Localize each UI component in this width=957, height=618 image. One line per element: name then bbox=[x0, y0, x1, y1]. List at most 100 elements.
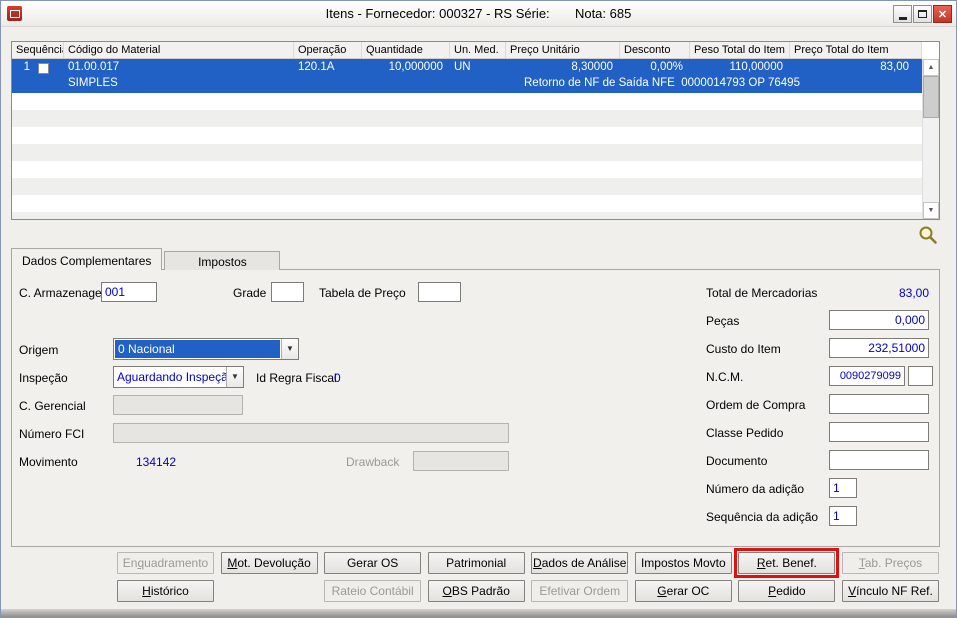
column-header[interactable]: Peso Total do Item bbox=[690, 42, 790, 58]
cell-peso-total: 110,00000 bbox=[729, 61, 783, 73]
close-button[interactable]: ✕ bbox=[933, 5, 952, 23]
tabela-preco-label: Tabela de Preço bbox=[319, 286, 406, 300]
button-dados-de-an-lise[interactable]: Dados de Análise bbox=[531, 552, 629, 574]
column-header[interactable]: Sequência bbox=[12, 42, 64, 58]
documento-label: Documento bbox=[706, 454, 768, 468]
ncm-input[interactable] bbox=[829, 366, 905, 386]
origem-combo[interactable]: 0 Nacional ▼ bbox=[113, 338, 299, 360]
button-tab-pre-os: Tab. Preços bbox=[841, 552, 939, 574]
movimento-value: 134142 bbox=[136, 455, 177, 469]
button-gerar-os[interactable]: Gerar OS bbox=[324, 552, 422, 574]
tabela-preco-input[interactable] bbox=[418, 282, 461, 302]
app-icon bbox=[7, 6, 22, 21]
column-header[interactable]: Preço Total do Item bbox=[790, 42, 922, 58]
ncm-label: N.C.M. bbox=[706, 370, 744, 384]
button-mot-devolu-o[interactable]: Mot. Devolução bbox=[220, 552, 318, 574]
grid-empty-rows bbox=[12, 93, 922, 219]
grid-vertical-scrollbar[interactable]: ▲ ▼ bbox=[922, 59, 939, 219]
button-rateio-cont-bil: Rateio Contábil bbox=[324, 580, 422, 602]
ordem-compra-label: Ordem de Compra bbox=[706, 398, 806, 412]
c-gerencial-label: C. Gerencial bbox=[19, 399, 86, 413]
window-title: Itens - Fornecedor: 000327 - RS Série: N… bbox=[325, 6, 632, 21]
cell-quantidade: 10,000000 bbox=[388, 61, 443, 73]
button-efetivar-ordem: Efetivar Ordem bbox=[531, 580, 629, 602]
window-bottom-edge bbox=[1, 609, 956, 617]
c-gerencial-input bbox=[113, 395, 243, 415]
total-mercadorias-value: 83,00 bbox=[898, 286, 929, 300]
button-pedido[interactable]: Pedido bbox=[738, 580, 836, 602]
button-v-nculo-nf-ref[interactable]: Vínculo NF Ref. bbox=[841, 580, 939, 602]
column-header[interactable]: Un. Med. bbox=[450, 42, 506, 58]
numero-fci-label: Número FCI bbox=[19, 427, 85, 441]
column-header[interactable]: Desconto bbox=[620, 42, 690, 58]
tab-impostos[interactable]: Impostos bbox=[164, 251, 281, 270]
grade-input[interactable] bbox=[271, 282, 304, 302]
minimize-icon bbox=[898, 17, 907, 20]
classe-pedido-label: Classe Pedido bbox=[706, 426, 784, 440]
drawback-input bbox=[413, 451, 509, 471]
ordem-compra-input[interactable] bbox=[829, 394, 929, 414]
scrollbar-thumb[interactable] bbox=[923, 76, 939, 118]
cell-sequencia: 1 bbox=[12, 59, 64, 76]
inspecao-label: Inspeção bbox=[19, 371, 68, 385]
tab-strip: Dados Complementares Impostos bbox=[11, 248, 282, 270]
annotation-highlight: Ret. Benef. bbox=[734, 548, 840, 578]
column-header[interactable]: Código do Material bbox=[64, 42, 294, 58]
dados-complementares-panel: C. Armazenagem Grade Tabela de Preço Ori… bbox=[11, 269, 940, 547]
items-dialog-window: Itens - Fornecedor: 000327 - RS Série: N… bbox=[0, 0, 957, 618]
chevron-down-icon[interactable]: ▼ bbox=[281, 339, 298, 359]
documento-input[interactable] bbox=[829, 450, 929, 470]
numero-fci-input bbox=[113, 423, 509, 443]
button-enquadramento: Enquadramento bbox=[117, 552, 214, 574]
cell-desconto: 0,00% bbox=[650, 61, 683, 73]
button-patrimonial[interactable]: Patrimonial bbox=[427, 552, 525, 574]
maximize-button[interactable] bbox=[913, 5, 932, 23]
id-regra-fiscal-value: 0 bbox=[334, 371, 341, 385]
button-obs-padr-o[interactable]: OBS Padrão bbox=[427, 580, 525, 602]
movimento-label: Movimento bbox=[19, 455, 78, 469]
sequencia-adicao-input[interactable] bbox=[829, 506, 857, 526]
drawback-label: Drawback bbox=[346, 455, 400, 469]
origem-label: Origem bbox=[19, 343, 59, 357]
button-row-2: Histórico Rateio Contábil OBS Padrão Efetiv… bbox=[117, 580, 939, 602]
scroll-down-icon[interactable]: ▼ bbox=[923, 202, 939, 219]
chevron-down-icon[interactable]: ▼ bbox=[226, 367, 243, 387]
button-gerar-oc[interactable]: Gerar OC bbox=[634, 580, 732, 602]
inspecao-combo[interactable]: Aguardando Inspeção ▼ bbox=[113, 366, 244, 388]
tab-dados-complementares[interactable]: Dados Complementares bbox=[11, 248, 163, 270]
sequencia-adicao-label: Sequência da adição bbox=[706, 510, 819, 524]
button-row-1: Enquadramento Mot. Devolução Gerar OS Patri… bbox=[117, 548, 939, 578]
magnifier-icon[interactable] bbox=[918, 225, 938, 245]
scroll-up-icon[interactable]: ▲ bbox=[923, 59, 939, 76]
button-impostos-movto[interactable]: Impostos Movto bbox=[634, 552, 732, 574]
button-ret-benef[interactable]: Ret. Benef. bbox=[738, 552, 836, 574]
minimize-button[interactable] bbox=[893, 5, 912, 23]
pecas-label: Peças bbox=[706, 314, 740, 328]
button-hist-rico[interactable]: Histórico bbox=[117, 580, 214, 602]
column-header[interactable]: Quantidade bbox=[362, 42, 450, 58]
c-armazenagem-label: C. Armazenagem bbox=[19, 286, 112, 300]
cell-material-desc: SIMPLES bbox=[68, 77, 118, 89]
items-grid: Sequência Código do Material Operação Quant… bbox=[11, 41, 940, 220]
title-bar: Itens - Fornecedor: 000327 - RS Série: N… bbox=[1, 1, 956, 27]
numero-adicao-input[interactable] bbox=[829, 478, 857, 498]
grid-header: Sequência Código do Material Operação Quant… bbox=[12, 42, 922, 59]
cell-observacao: Retorno de NF de Saída NFE 0000014793 OP… bbox=[524, 77, 800, 89]
cell-preco-unitario: 8,30000 bbox=[571, 61, 613, 73]
custo-item-input[interactable] bbox=[829, 338, 929, 358]
grid-row-selected[interactable]: 1 01.00.017 120.1A 10,000000 UN 8,30000 … bbox=[12, 59, 922, 93]
numero-adicao-label: Número da adição bbox=[706, 482, 805, 496]
c-armazenagem-input[interactable] bbox=[101, 282, 157, 302]
ncm-ex-input[interactable] bbox=[908, 366, 933, 386]
id-regra-fiscal-label: Id Regra Fiscal bbox=[256, 371, 337, 385]
row-checkbox[interactable] bbox=[38, 63, 49, 74]
maximize-icon bbox=[918, 10, 927, 18]
column-header[interactable]: Operação bbox=[294, 42, 362, 58]
classe-pedido-input[interactable] bbox=[829, 422, 929, 442]
total-mercadorias-label: Total de Mercadorias bbox=[706, 286, 818, 300]
grade-label: Grade bbox=[233, 286, 267, 300]
cell-preco-total: 83,00 bbox=[880, 61, 909, 73]
pecas-input[interactable] bbox=[829, 310, 929, 330]
cell-operacao: 120.1A bbox=[298, 61, 335, 73]
column-header[interactable]: Preço Unitário bbox=[506, 42, 620, 58]
